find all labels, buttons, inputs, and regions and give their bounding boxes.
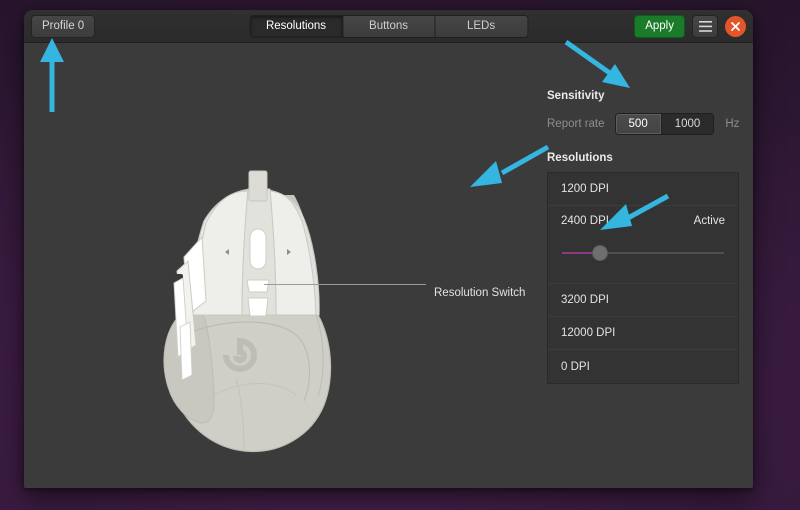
resolution-row-12000[interactable]: 12000 DPI	[548, 317, 738, 350]
resolution-label: 0 DPI	[561, 360, 590, 373]
resolution-label: 3200 DPI	[561, 294, 609, 306]
application-window: Profile 0 Resolutions Buttons LEDs Apply	[24, 10, 753, 488]
resolution-label: 1200 DPI	[561, 183, 609, 195]
dpi-slider-handle[interactable]	[592, 245, 608, 261]
close-icon[interactable]	[725, 15, 746, 37]
resolution-row-header: 2400 DPI Active	[561, 215, 725, 227]
tab-buttons[interactable]: Buttons	[343, 15, 436, 37]
resolution-row-2400[interactable]: 2400 DPI Active	[548, 206, 738, 284]
report-rate-row: Report rate 500 1000 Hz	[547, 113, 753, 135]
dpi-slider[interactable]	[562, 239, 724, 267]
resolution-label: 12000 DPI	[561, 327, 616, 339]
callout-label: Resolution Switch	[434, 287, 526, 299]
resolutions-section-title: Resolutions	[547, 152, 613, 164]
callout-leader-line	[264, 284, 426, 285]
settings-column: Sensitivity Report rate 500 1000 Hz Reso…	[547, 90, 753, 384]
header-bar: Profile 0 Resolutions Buttons LEDs Apply	[24, 10, 753, 43]
resolution-row-3200[interactable]: 3200 DPI	[548, 284, 738, 317]
header-left-group: Profile 0	[31, 14, 96, 38]
hamburger-menu-icon[interactable]	[692, 14, 718, 38]
resolution-row-1200[interactable]: 1200 DPI	[548, 173, 738, 206]
tab-leds[interactable]: LEDs	[435, 15, 528, 37]
tab-resolutions[interactable]: Resolutions	[249, 15, 344, 37]
report-rate-unit-label: Hz	[725, 118, 740, 130]
report-rate-option-1000[interactable]: 1000	[661, 114, 714, 134]
window-content: Resolution Switch Sensitivity Report rat…	[24, 43, 753, 488]
active-badge: Active	[693, 215, 725, 227]
profile-button[interactable]: Profile 0	[31, 14, 96, 38]
gaming-mouse-icon	[163, 170, 332, 453]
resolutions-list: 1200 DPI 2400 DPI Active 3200 DPI 12000 …	[547, 172, 739, 384]
header-right-group: Apply	[634, 14, 746, 38]
report-rate-toggle: 500 1000	[614, 113, 715, 135]
resolution-label: 2400 DPI	[561, 215, 609, 227]
report-rate-option-500[interactable]: 500	[615, 114, 662, 134]
view-tabs: Resolutions Buttons LEDs	[248, 14, 529, 38]
report-rate-label: Report rate	[547, 118, 605, 130]
sensitivity-section-title: Sensitivity	[547, 90, 605, 102]
apply-button[interactable]: Apply	[634, 14, 685, 38]
resolution-row-0[interactable]: 0 DPI	[548, 350, 738, 383]
